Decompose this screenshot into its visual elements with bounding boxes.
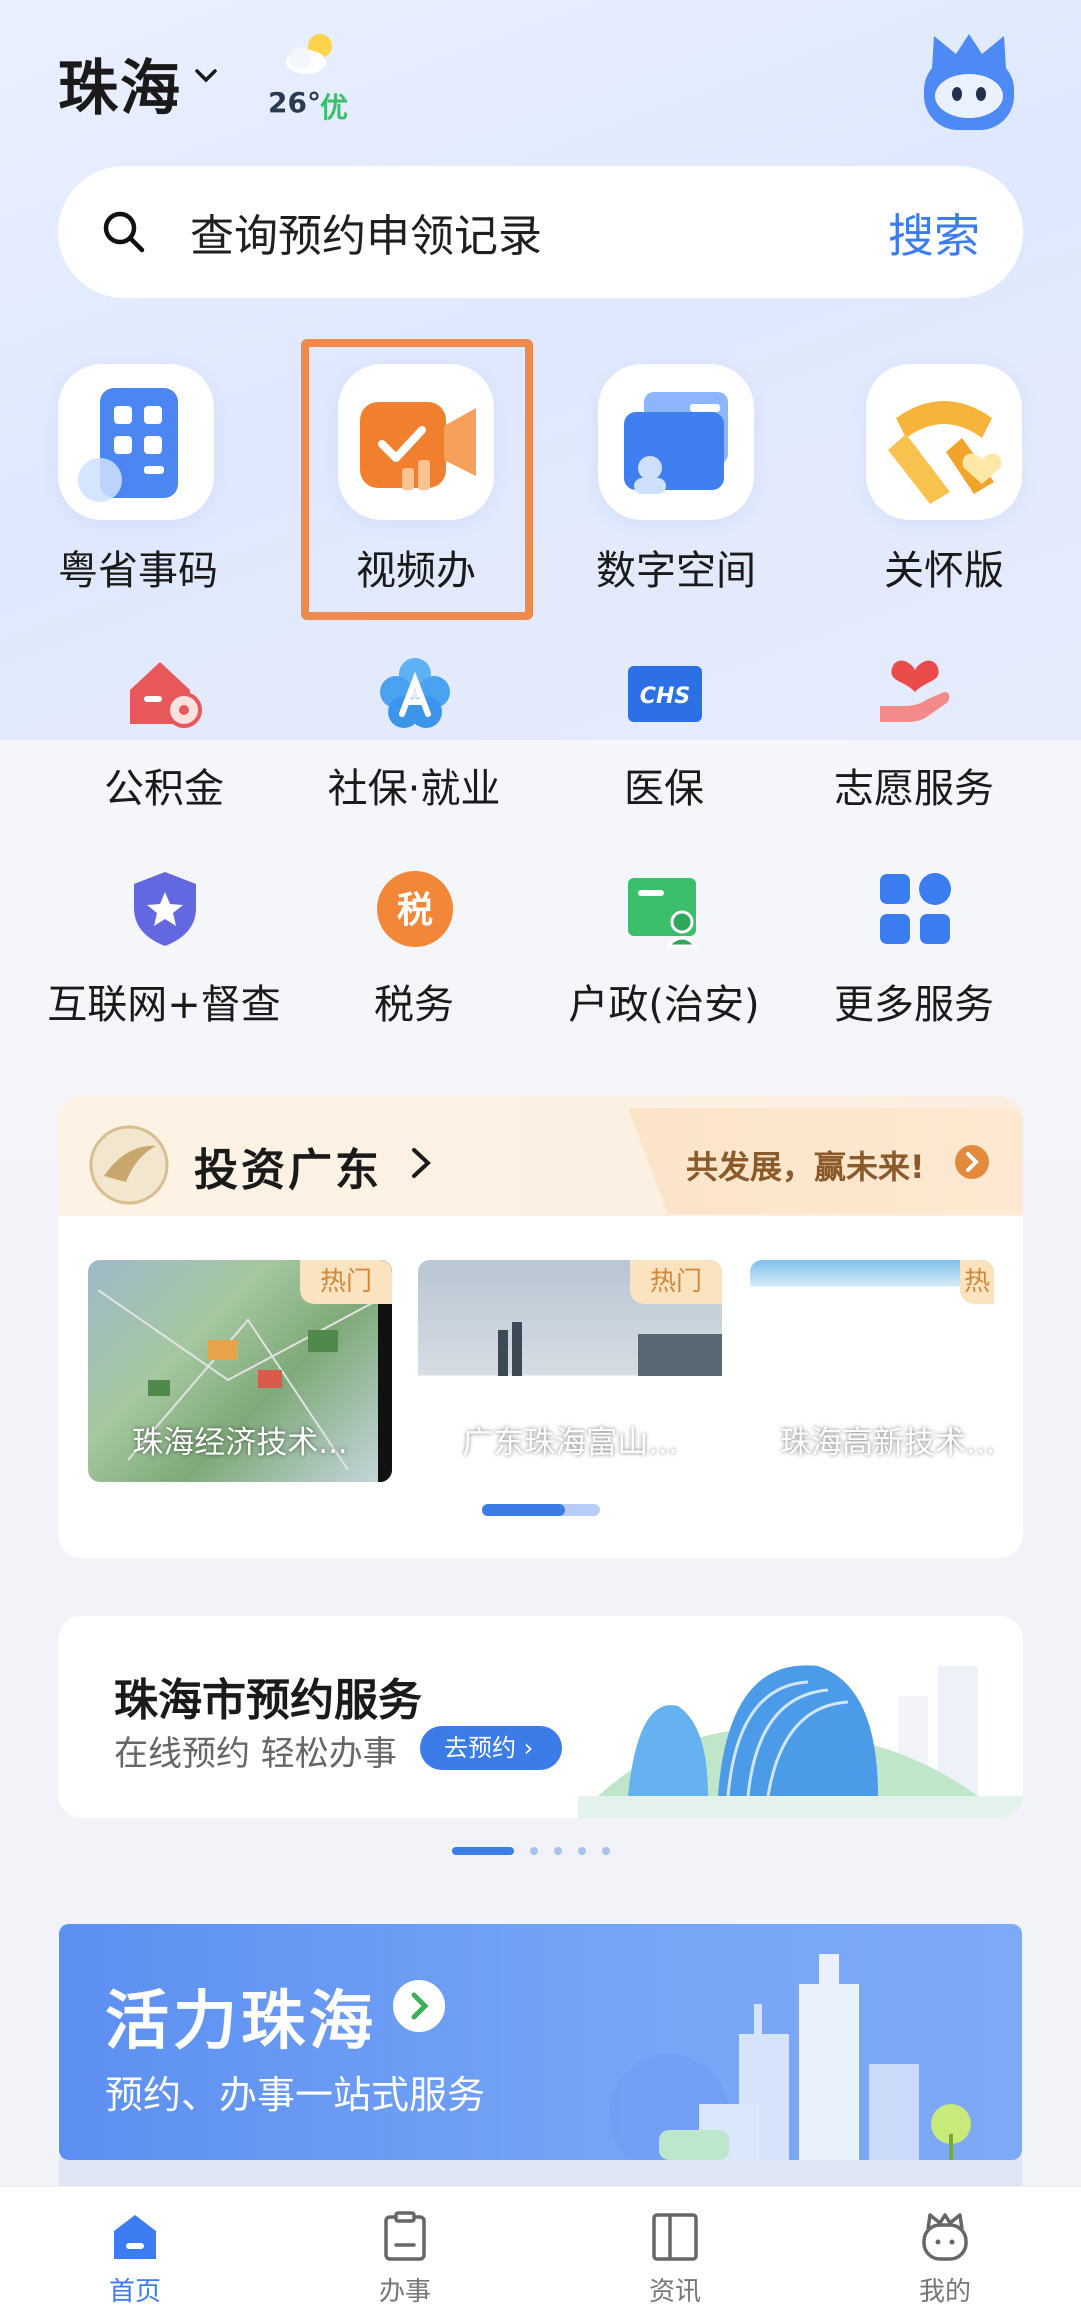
- invest-item[interactable]: 热门 珠海经济技术...: [88, 1260, 392, 1482]
- home-icon: [114, 2215, 156, 2259]
- search-input[interactable]: 查询预约申领记录: [190, 200, 542, 264]
- qr-code-icon: [78, 388, 178, 502]
- city-selector[interactable]: 珠海: [58, 40, 182, 127]
- search-button[interactable]: 搜索: [888, 200, 980, 266]
- quick-service-label: 关怀版: [884, 548, 1004, 594]
- news-icon: [652, 2213, 698, 2261]
- chevron-down-icon[interactable]: [192, 62, 220, 90]
- invest-item-caption: 广东珠海富山...: [462, 1425, 678, 1461]
- vitality-title: 活力珠海: [105, 1985, 377, 2059]
- service-label: 更多服务: [834, 982, 994, 1028]
- service-label: 互联网+督查: [47, 982, 281, 1028]
- scarf-heart-icon: [888, 401, 1002, 504]
- svg-text:税: 税: [397, 890, 433, 931]
- chevron-right-icon[interactable]: [408, 1146, 434, 1180]
- opera-house-illustration: [578, 1665, 1023, 1818]
- invest-guangdong-card: 投资广东 共发展，赢未来! 热门 珠海经济技术... 热门 广东珠海富山... …: [58, 1096, 1023, 1558]
- tab-label: 资讯: [648, 2277, 701, 2307]
- search-icon: [103, 211, 145, 253]
- chs-card-icon: CHS: [628, 666, 702, 722]
- arrow-right-circle-icon[interactable]: [393, 1980, 445, 2032]
- tab-label: 我的: [918, 2277, 971, 2307]
- arrow-right-circle-icon[interactable]: [954, 1144, 990, 1180]
- city-skyline-illustration: [609, 1954, 971, 2160]
- svg-text:CHS: CHS: [640, 684, 690, 709]
- service-label: 户政(治安): [568, 982, 760, 1028]
- hot-badge: 热门: [630, 1260, 722, 1304]
- invest-item-caption: 珠海高新技术...: [780, 1425, 994, 1461]
- appointment-subtitle: 在线预约 轻松办事: [114, 1734, 397, 1774]
- appointment-title: 珠海市预约服务: [114, 1675, 422, 1726]
- temperature: 26°: [268, 86, 321, 119]
- clipboard-icon: [384, 2211, 426, 2261]
- invest-title[interactable]: 投资广东: [194, 1134, 382, 1198]
- invest-item[interactable]: 热门 广东珠海富山...: [418, 1260, 722, 1482]
- service-label: 公积金: [104, 766, 224, 812]
- invest-slogan[interactable]: 共发展，赢未来!: [686, 1142, 925, 1188]
- vitality-subtitle: 预约、办事一站式服务: [105, 2073, 486, 2117]
- profile-mascot-icon: [922, 2213, 968, 2261]
- hot-badge: 热: [960, 1260, 994, 1304]
- highlight-box: [301, 339, 533, 620]
- carousel-progress-fill: [482, 1504, 565, 1516]
- service-label: 志愿服务: [834, 766, 994, 812]
- quick-service-care[interactable]: [866, 364, 1022, 520]
- banner-pagination-dots[interactable]: [452, 1845, 622, 1857]
- tab-label: 首页: [108, 2277, 161, 2307]
- service-label: 社保·就业: [327, 766, 501, 812]
- grid-apps-icon: [880, 873, 951, 944]
- invest-item-caption: 珠海经济技术...: [132, 1425, 348, 1461]
- tab-label: 办事: [378, 2277, 431, 2307]
- service-label: 医保: [624, 766, 704, 812]
- service-label: 税务: [374, 982, 454, 1028]
- mascot-assistant-icon[interactable]: [914, 28, 1024, 138]
- house-coin-icon: [130, 662, 202, 728]
- heart-hand-icon: [880, 660, 950, 722]
- tab-profile[interactable]: 我的: [810, 2187, 1080, 2316]
- appointment-card[interactable]: 珠海市预约服务 在线预约 轻松办事 去预约 ›: [58, 1616, 1023, 1818]
- quick-service-qr[interactable]: [58, 364, 214, 520]
- chevron-right-icon: ›: [516, 1734, 534, 1762]
- quick-service-label: 数字空间: [596, 548, 756, 594]
- star-shield-icon: [134, 872, 196, 946]
- hot-badge: 热门: [300, 1260, 392, 1304]
- quick-service-label: 粤省事码: [58, 548, 218, 594]
- shield-flower-icon: [380, 658, 450, 728]
- book-appointment-label: 去预约: [444, 1734, 516, 1762]
- tab-home[interactable]: 首页: [0, 2187, 270, 2316]
- book-appointment-button[interactable]: 去预约 ›: [420, 1726, 562, 1770]
- quick-service-digital-space[interactable]: [598, 364, 754, 520]
- vitality-zhuhai-banner[interactable]: 活力珠海 预约、办事一站式服务: [59, 1924, 1022, 2160]
- air-quality-badge: 优: [320, 91, 349, 124]
- wallet-folder-icon: [624, 392, 728, 494]
- banner-shadow-strip: [59, 2156, 1022, 2186]
- invest-logo-icon: [89, 1125, 169, 1205]
- tab-services[interactable]: 办事: [270, 2187, 540, 2316]
- partly-cloudy-icon: [286, 34, 332, 74]
- invest-item[interactable]: 热 珠海高新技术...: [750, 1260, 994, 1482]
- tab-news[interactable]: 资讯: [540, 2187, 810, 2316]
- carousel-progress: [482, 1504, 600, 1516]
- bottom-tab-bar: 首页 办事 资讯 我的: [0, 2186, 1081, 2316]
- id-card-icon: [628, 878, 700, 948]
- tax-icon: 税: [377, 871, 453, 947]
